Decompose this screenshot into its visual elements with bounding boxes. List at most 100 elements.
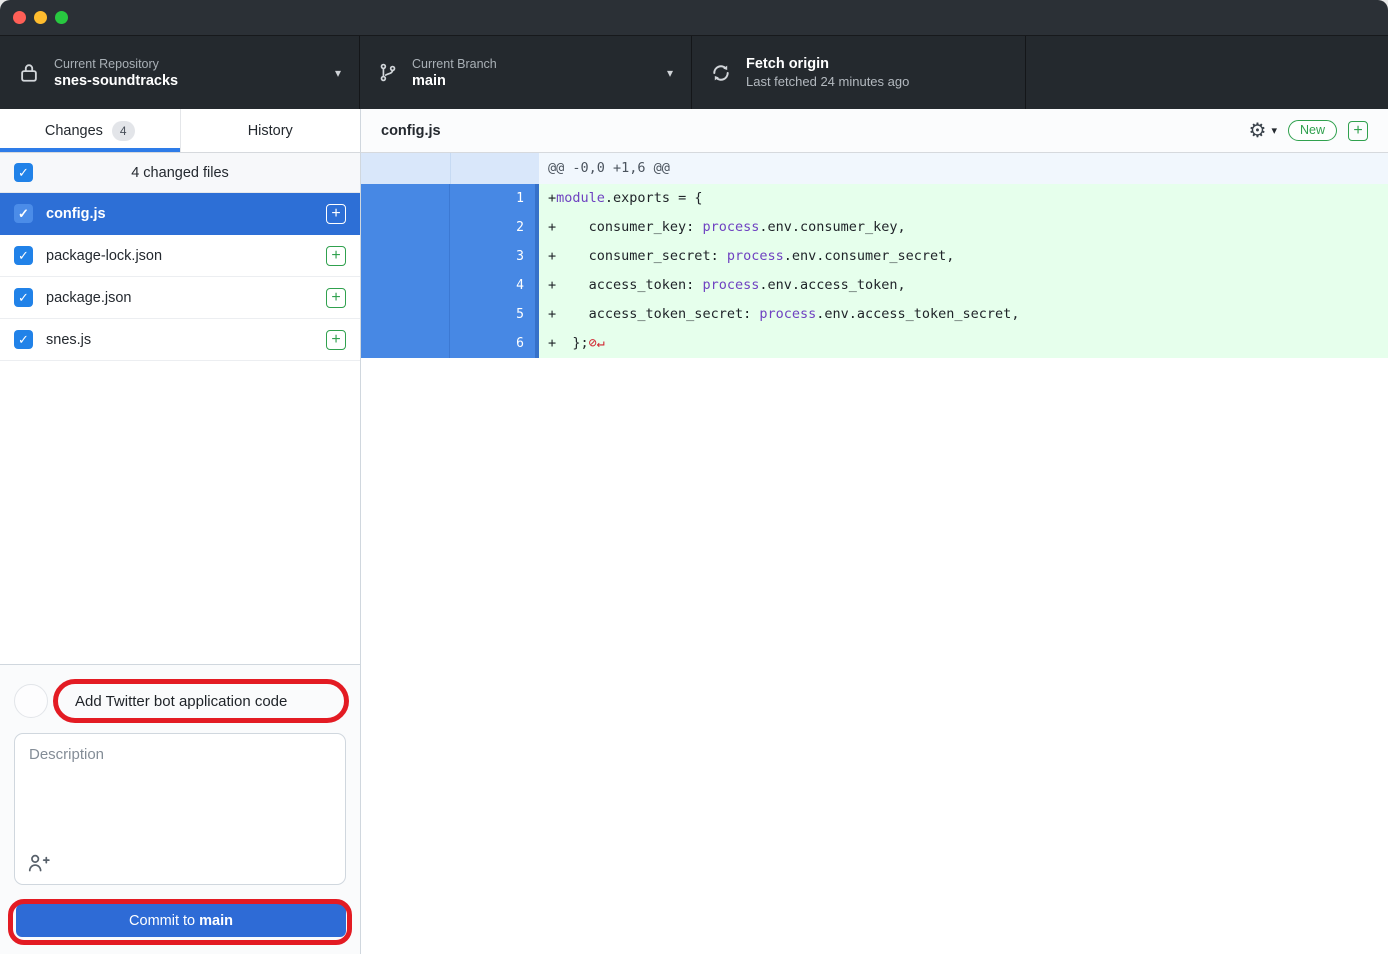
code-token: module — [556, 190, 605, 206]
hunk-gutter-new — [450, 153, 539, 184]
expand-diff-button[interactable]: + — [1348, 121, 1368, 141]
code-token: process — [759, 306, 816, 322]
diff-sign: + — [548, 335, 556, 351]
hunk-header-text: @@ -0,0 +1,6 @@ — [539, 153, 1388, 184]
lock-icon — [18, 60, 40, 85]
toolbar: Current Repository snes-soundtracks ▾ Cu… — [0, 36, 1388, 109]
repository-name: snes-soundtracks — [54, 73, 178, 89]
code-line: +module.exports = { — [539, 184, 1388, 213]
diff-line-4[interactable]: 4+ access_token: process.env.access_toke… — [361, 271, 1388, 300]
code-token: process — [702, 277, 759, 293]
file-row-config.js[interactable]: ✓ config.js + — [0, 193, 360, 235]
gutter-old-column[interactable] — [361, 271, 450, 300]
gutter-old-column[interactable] — [361, 300, 450, 329]
new-file-badge: New — [1288, 120, 1337, 141]
changes-sidebar: Changes4History ✓ 4 changed files ✓ confi… — [0, 109, 361, 954]
commit-button-label: Commit to — [129, 913, 199, 929]
avatar — [14, 684, 48, 718]
git-branch-icon — [378, 61, 398, 84]
gutter-line-number[interactable]: 5 — [450, 300, 539, 329]
diff-sign: + — [548, 277, 556, 293]
code-line: + consumer_secret: process.env.consumer_… — [539, 242, 1388, 271]
commit-button[interactable]: Commit to main — [16, 904, 346, 937]
github-desktop-window: Current Repository snes-soundtracks ▾ Cu… — [0, 0, 1388, 954]
code-token: .env.consumer_key, — [759, 219, 905, 235]
chevron-down-icon: ▾ — [667, 66, 673, 80]
changed-files-count: 4 changed files — [0, 165, 360, 181]
branch-name: main — [412, 73, 497, 89]
diff-line-5[interactable]: 5+ access_token_secret: process.env.acce… — [361, 300, 1388, 329]
commit-summary-row — [14, 679, 346, 723]
code-token: }; — [556, 335, 589, 351]
file-name: package.json — [46, 290, 131, 306]
commit-description-box — [14, 733, 346, 885]
minimize-button[interactable] — [34, 11, 47, 24]
file-checkbox[interactable]: ✓ — [14, 330, 33, 349]
code-token: ⊘↵ — [589, 335, 605, 351]
sidebar-tab-bar: Changes4History — [0, 109, 360, 153]
commit-area: Commit to main — [0, 664, 360, 954]
code-line: + consumer_key: process.env.consumer_key… — [539, 213, 1388, 242]
file-name: snes.js — [46, 332, 91, 348]
changed-file-list: ✓config.js+✓package-lock.json+✓package.j… — [0, 193, 360, 664]
code-token: .env.consumer_secret, — [784, 248, 955, 264]
commit-summary-input[interactable] — [63, 685, 346, 717]
diff-line-6[interactable]: 6+ };⊘↵ — [361, 329, 1388, 358]
toolbar-empty-space — [1026, 36, 1388, 109]
file-name: config.js — [46, 206, 106, 222]
diff-sign: + — [548, 219, 556, 235]
hunk-header-row: @@ -0,0 +1,6 @@ — [361, 153, 1388, 184]
diff-line-2[interactable]: 2+ consumer_key: process.env.consumer_ke… — [361, 213, 1388, 242]
repository-selector[interactable]: Current Repository snes-soundtracks ▾ — [0, 36, 360, 109]
gutter-old-column[interactable] — [361, 213, 450, 242]
diff-line-1[interactable]: 1+module.exports = { — [361, 184, 1388, 213]
file-plus-icon[interactable]: + — [326, 204, 346, 224]
commit-description-input[interactable] — [15, 734, 345, 846]
gutter-old-column[interactable] — [361, 242, 450, 271]
gutter-line-number[interactable]: 1 — [450, 184, 539, 213]
diff-sign: + — [548, 306, 556, 322]
chevron-down-icon: ▾ — [335, 66, 341, 80]
add-coauthor-button[interactable] — [27, 853, 50, 875]
gutter-old-column[interactable] — [361, 184, 450, 213]
diff-sign: + — [548, 248, 556, 264]
file-checkbox[interactable]: ✓ — [14, 288, 33, 307]
person-plus-icon — [27, 853, 50, 875]
fetch-origin-button[interactable]: Fetch origin Last fetched 24 minutes ago — [692, 36, 1026, 109]
gutter-line-number[interactable]: 6 — [450, 329, 539, 358]
code-token: access_token_secret: — [556, 306, 759, 322]
gutter-line-number[interactable]: 2 — [450, 213, 539, 242]
branch-selector[interactable]: Current Branch main ▾ — [360, 36, 692, 109]
gutter-line-number[interactable]: 4 — [450, 271, 539, 300]
file-row-snes.js[interactable]: ✓ snes.js + — [0, 319, 360, 361]
commit-button-branch: main — [199, 913, 233, 929]
code-token: consumer_secret: — [556, 248, 727, 264]
diff-sign: + — [548, 190, 556, 206]
diff-file-header: config.js ⚙ ▾ New + — [361, 109, 1388, 153]
tab-changes[interactable]: Changes4 — [0, 109, 180, 152]
zoom-button[interactable] — [55, 11, 68, 24]
main-content: Changes4History ✓ 4 changed files ✓ confi… — [0, 109, 1388, 954]
gutter-line-number[interactable]: 3 — [450, 242, 539, 271]
code-token: .exports = { — [605, 190, 703, 206]
diff-options-button[interactable]: ⚙ ▾ — [1249, 121, 1277, 141]
gear-icon: ⚙ — [1249, 121, 1267, 141]
code-line: + };⊘↵ — [539, 329, 1388, 358]
diff-panel: config.js ⚙ ▾ New + @@ -0,0 +1,6 @@ — [361, 109, 1388, 954]
diff-lines: 1+module.exports = {2+ consumer_key: pro… — [361, 184, 1388, 358]
diff-line-3[interactable]: 3+ consumer_secret: process.env.consumer… — [361, 242, 1388, 271]
code-line: + access_token_secret: process.env.acces… — [539, 300, 1388, 329]
titlebar — [0, 0, 1388, 36]
file-row-package-lock.json[interactable]: ✓package-lock.json+ — [0, 235, 360, 277]
gutter-old-column[interactable] — [361, 329, 450, 358]
tab-history[interactable]: History — [180, 109, 361, 152]
code-token: access_token: — [556, 277, 702, 293]
file-checkbox[interactable]: ✓ — [14, 204, 33, 223]
file-row-package.json[interactable]: ✓ package.json + — [0, 277, 360, 319]
select-all-checkbox[interactable]: ✓ — [14, 163, 33, 182]
close-button[interactable] — [13, 11, 26, 24]
file-plus-icon[interactable]: + — [326, 288, 346, 308]
file-plus-icon[interactable]: + — [326, 330, 346, 350]
file-checkbox[interactable]: ✓ — [14, 246, 33, 265]
file-plus-icon[interactable]: + — [326, 246, 346, 266]
